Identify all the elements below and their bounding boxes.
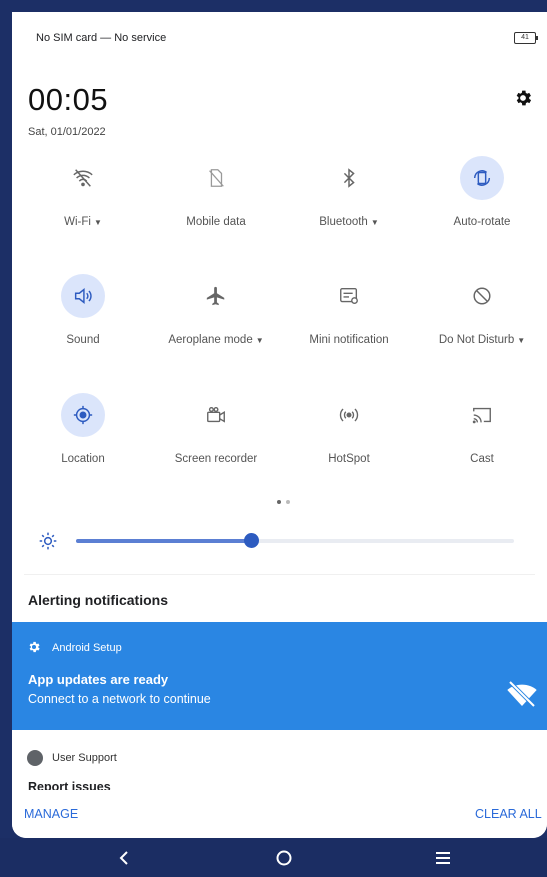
notification-android-setup[interactable]: Android Setup App updates are ready Conn…: [12, 622, 547, 730]
page-dot-active: [277, 500, 281, 504]
tile-sound[interactable]: Sound: [18, 274, 148, 346]
notification-title: App updates are ready: [28, 672, 169, 687]
tile-label: Location: [61, 453, 105, 465]
brightness-slider[interactable]: [76, 533, 514, 548]
menu-icon[interactable]: [433, 848, 453, 868]
brightness-icon: [38, 531, 58, 551]
page-indicator: [277, 500, 290, 504]
tile-label: Bluetooth: [319, 216, 368, 228]
divider: [24, 574, 535, 575]
clock-date[interactable]: Sat, 01/01/2022: [28, 126, 106, 138]
tile-label: Cast: [470, 453, 494, 465]
wifi-off-icon: [61, 156, 105, 200]
top-frame: [0, 0, 547, 12]
hotspot-icon: [327, 393, 371, 437]
notification-app-name: Android Setup: [52, 642, 122, 654]
brightness-slider-thumb[interactable]: [244, 533, 260, 548]
airplane-icon: [194, 274, 238, 318]
tile-mini-notification[interactable]: Mini notification: [284, 274, 414, 346]
tile-label: Auto-rotate: [453, 216, 511, 228]
tile-label: HotSpot: [328, 453, 370, 465]
cast-icon: [460, 393, 504, 437]
battery-icon: 41: [514, 32, 538, 44]
notification-title: Report issues: [28, 780, 111, 790]
sim-off-icon: [194, 156, 238, 200]
brightness-slider-fill: [76, 539, 252, 543]
dropdown-arrow-icon: ▼: [255, 336, 264, 345]
dropdown-arrow-icon: ▼: [517, 336, 526, 345]
tile-label: Wi-Fi: [64, 216, 91, 228]
tile-mobile-data[interactable]: Mobile data: [151, 156, 281, 228]
dropdown-arrow-icon: ▼: [370, 218, 379, 227]
notification-text: Connect to a network to continue: [28, 692, 211, 706]
back-icon[interactable]: [114, 848, 134, 868]
carrier-status: No SIM card — No service: [36, 32, 167, 44]
notification-shade: No SIM card — No service 41 00:05 Sat, 0…: [12, 12, 547, 838]
user-support-icon: [27, 750, 43, 766]
tile-label: Aeroplane mode: [168, 334, 253, 346]
tile-aeroplane-mode[interactable]: Aeroplane mode ▼: [151, 274, 281, 346]
tile-label: Mobile data: [186, 216, 246, 228]
left-frame: [0, 0, 12, 877]
tile-label: Do Not Disturb: [438, 334, 515, 346]
tile-label: Sound: [66, 334, 100, 346]
home-icon[interactable]: [274, 848, 294, 868]
tile-screen-recorder[interactable]: Screen recorder: [151, 393, 281, 465]
wifi-off-icon: [504, 678, 540, 710]
tile-label: Screen recorder: [174, 453, 258, 465]
tile-label: Mini notification: [309, 334, 389, 346]
notification-footer: MANAGE CLEAR ALL: [12, 790, 547, 838]
tile-wifi[interactable]: Wi-Fi ▼: [18, 156, 148, 228]
bluetooth-icon: [327, 156, 371, 200]
navigation-bar: [0, 838, 547, 877]
sound-icon: [61, 274, 105, 318]
dropdown-arrow-icon: ▼: [93, 218, 102, 227]
tile-location[interactable]: Location: [18, 393, 148, 465]
clear-all-button[interactable]: CLEAR ALL: [475, 807, 542, 821]
screen-recorder-icon: [194, 393, 238, 437]
section-title: Alerting notifications: [28, 592, 168, 608]
notification-app-name: User Support: [52, 752, 117, 764]
tile-bluetooth[interactable]: Bluetooth ▼: [284, 156, 414, 228]
tile-cast[interactable]: Cast: [417, 393, 547, 465]
do-not-disturb-icon: [460, 274, 504, 318]
tile-do-not-disturb[interactable]: Do Not Disturb ▼: [417, 274, 547, 346]
tile-auto-rotate[interactable]: Auto-rotate: [417, 156, 547, 228]
tile-hotspot[interactable]: HotSpot: [284, 393, 414, 465]
manage-button[interactable]: MANAGE: [24, 807, 78, 821]
mini-notification-icon: [327, 274, 371, 318]
auto-rotate-icon: [460, 156, 504, 200]
notification-user-support[interactable]: User Support Report issues: [12, 730, 547, 790]
settings-gear-icon[interactable]: [513, 88, 533, 108]
settings-gear-icon: [27, 640, 41, 654]
location-icon: [61, 393, 105, 437]
clock-time[interactable]: 00:05: [28, 82, 108, 118]
page-dot: [286, 500, 290, 504]
